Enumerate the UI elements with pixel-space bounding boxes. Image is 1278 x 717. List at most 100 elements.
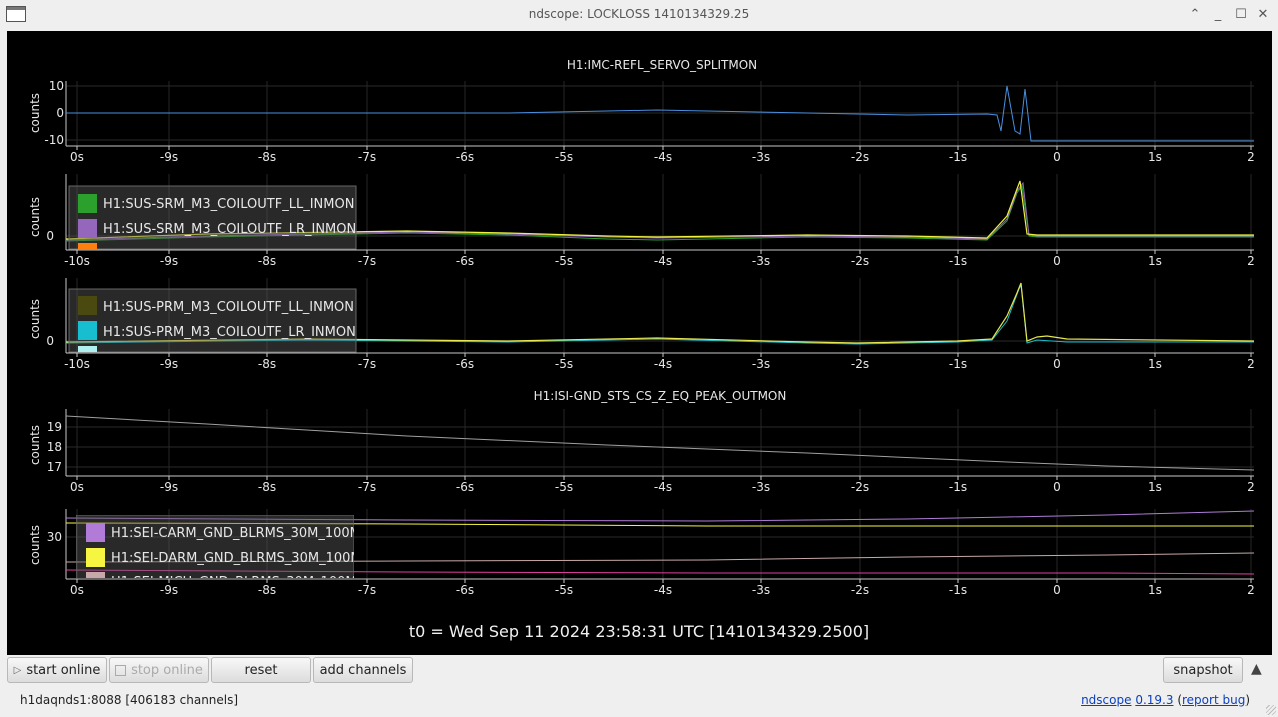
x-tick-label: -2s (851, 254, 869, 268)
x-tick-label: -8s (258, 583, 276, 597)
add-channels-button[interactable]: add channels (313, 657, 413, 683)
ndscope-link[interactable]: ndscope (1081, 693, 1131, 707)
legend-swatch (78, 194, 97, 213)
x-tick-label: -9s (160, 254, 178, 268)
legend-swatch (78, 346, 97, 352)
y-tick-label: 19 (47, 420, 62, 434)
y-tick-label: 0 (46, 334, 54, 348)
x-tick-label: -4s (654, 150, 672, 164)
x-tick-label: -4s (654, 254, 672, 268)
x-tick-label: 2 (1247, 583, 1255, 597)
plot-imc-refl[interactable]: H1:IMC-REFL_SERVO_SPLITMON counts 10 0 -… (28, 58, 1255, 164)
x-tick-label: -6s (456, 583, 474, 597)
maximize-icon[interactable]: ☐ (1232, 6, 1250, 24)
x-tick-label: 1s (1148, 480, 1162, 494)
x-tick-label: -6s (456, 254, 474, 268)
x-tick-label: -5s (555, 583, 573, 597)
status-bar: h1daqnds1:8088 [406183 channels] ndscope… (0, 688, 1278, 717)
x-tick-label: -5s (555, 357, 573, 371)
x-tick-label: -3s (752, 480, 770, 494)
plot-area[interactable]: H1:IMC-REFL_SERVO_SPLITMON counts 10 0 -… (7, 31, 1272, 655)
plot-isi-gnd[interactable]: H1:ISI-GND_STS_CS_Z_EQ_PEAK_OUTMON count… (28, 389, 1255, 494)
legend-swatch (86, 572, 105, 578)
legend-swatch (78, 219, 97, 238)
x-tick-label: 1s (1148, 357, 1162, 371)
y-axis-label: counts (28, 197, 42, 237)
legend-sus-prm: H1:SUS-PRM_M3_COILOUTF_LL_INMON H1:SUS-P… (68, 288, 357, 353)
legend-sus-srm: H1:SUS-SRM_M3_COILOUTF_LL_INMON H1:SUS-S… (68, 185, 357, 250)
x-tick-label: -6s (456, 150, 474, 164)
y-tick-label: 30 (47, 530, 62, 544)
x-tick-label: -1s (949, 150, 967, 164)
t0-label: t0 = Wed Sep 11 2024 23:58:31 UTC [14101… (409, 622, 869, 641)
window-title: ndscope: LOCKLOSS 1410134329.25 (528, 7, 750, 21)
y-tick-label: 17 (47, 460, 62, 474)
x-tick-label: -5s (555, 150, 573, 164)
x-tick-label: 0 (1053, 357, 1061, 371)
x-tick-label: -3s (752, 150, 770, 164)
play-icon: ▷ (13, 664, 22, 676)
x-tick-label: -6s (456, 480, 474, 494)
resize-grip-icon[interactable] (1266, 705, 1276, 715)
x-tick-label: 0s (70, 150, 84, 164)
stop-icon (115, 664, 127, 676)
legend-label: H1:SUS-SRM_M3_COILOUTF_LR_INMON (103, 222, 356, 237)
y-tick-label: 0 (56, 106, 64, 120)
x-tick-label: 1s (1148, 583, 1162, 597)
x-tick-label: -3s (752, 583, 770, 597)
legend-sei-blrms: H1:SEI-CARM_GND_BLRMS_30M_100M H1:SEI-DA… (76, 515, 362, 590)
x-tick-label: -4s (654, 357, 672, 371)
legend-swatch (86, 523, 105, 542)
y-axis-label: counts (28, 93, 42, 133)
x-tick-label: 2 (1247, 480, 1255, 494)
expand-up-icon[interactable]: ▲ (1251, 661, 1262, 677)
snapshot-button[interactable]: snapshot (1163, 657, 1243, 683)
x-tick-label: 0s (70, 583, 84, 597)
y-tick-label: -10 (44, 133, 64, 147)
x-tick-label: -1s (949, 357, 967, 371)
x-tick-label: -9s (160, 583, 178, 597)
x-tick-label: 2 (1247, 150, 1255, 164)
legend-swatch (78, 243, 97, 249)
x-tick-label: -4s (654, 583, 672, 597)
plot-title: H1:IMC-REFL_SERVO_SPLITMON (567, 58, 757, 72)
x-tick-label: -8s (258, 150, 276, 164)
x-tick-label: -1s (949, 583, 967, 597)
legend-label: H1:SUS-PRM_M3_COILOUTF_LL_INMON (103, 300, 354, 315)
reset-button[interactable]: reset (211, 657, 311, 683)
legend-label: H1:SUS-SRM_M3_COILOUTF_LL_INMON (103, 197, 354, 212)
x-tick-label: -7s (358, 480, 376, 494)
version-info: ndscope 0.19.3 (report bug) (1081, 693, 1250, 707)
legend-swatch (78, 321, 97, 340)
version-link[interactable]: 0.19.3 (1135, 693, 1173, 707)
x-tick-label: 1s (1148, 150, 1162, 164)
report-bug-link[interactable]: report bug (1182, 693, 1245, 707)
legend-label: H1:SUS-PRM_M3_COILOUTF_LR_INMON (103, 325, 356, 340)
minimize-icon[interactable]: _ (1209, 6, 1227, 24)
x-tick-label: 2 (1247, 254, 1255, 268)
x-tick-label: -7s (358, 254, 376, 268)
y-tick-label: 18 (47, 440, 62, 454)
x-tick-label: -2s (851, 583, 869, 597)
legend-swatch (86, 548, 105, 567)
chevron-up-icon[interactable]: ⌃ (1186, 6, 1204, 24)
start-online-button[interactable]: ▷ start online (7, 657, 107, 683)
legend-label: H1:SEI-CARM_GND_BLRMS_30M_100M (111, 526, 361, 541)
y-axis-label: counts (28, 299, 42, 339)
x-tick-label: -8s (258, 254, 276, 268)
x-tick-label: -9s (160, 357, 178, 371)
x-tick-label: -7s (358, 583, 376, 597)
x-tick-label: 0s (70, 480, 84, 494)
legend-label: H1:SEI-MICH_GND_BLRMS_30M_100M (111, 575, 357, 590)
x-tick-label: -9s (160, 480, 178, 494)
x-tick-label: -7s (358, 150, 376, 164)
server-status: h1daqnds1:8088 [406183 channels] (20, 693, 239, 707)
trace-isi-gnd (65, 415, 1255, 471)
x-tick-label: -2s (851, 357, 869, 371)
legend-label: H1:SEI-DARM_GND_BLRMS_30M_100M (111, 551, 362, 566)
stop-online-button[interactable]: stop online (109, 657, 209, 683)
x-tick-label: -2s (851, 150, 869, 164)
x-tick-label: -1s (949, 480, 967, 494)
close-icon[interactable]: ✕ (1254, 6, 1272, 24)
x-tick-label: -3s (752, 254, 770, 268)
